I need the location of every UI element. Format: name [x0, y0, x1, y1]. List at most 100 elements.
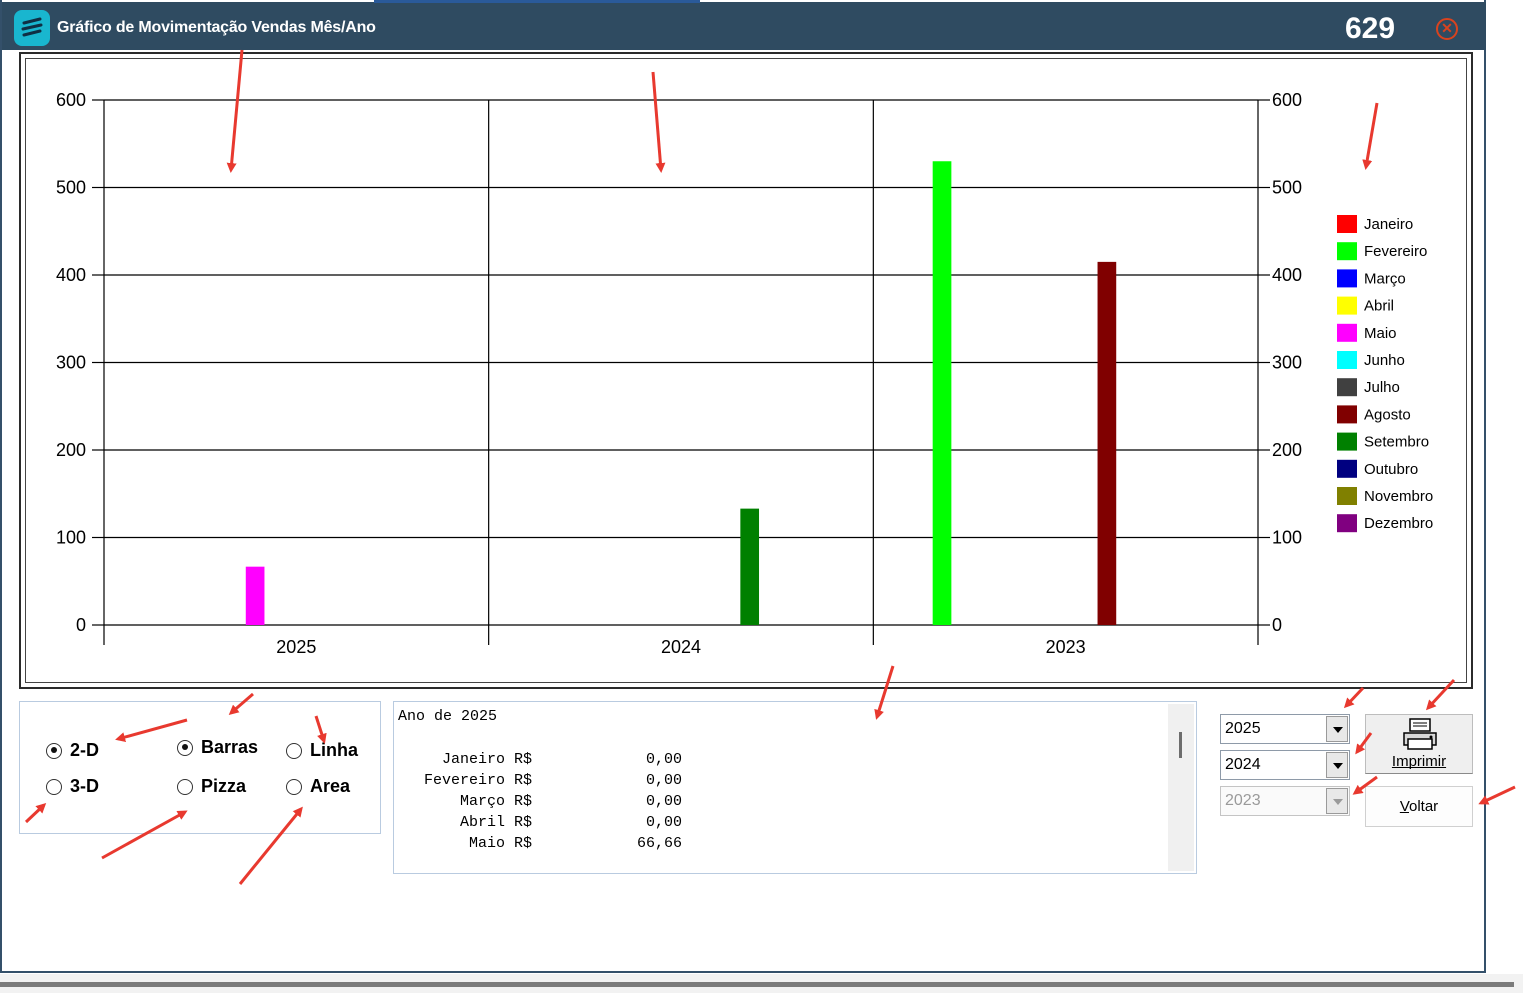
- background-strip: [1486, 0, 1523, 974]
- memo-row-label: Janeiro R$: [441, 751, 532, 768]
- legend-label: Maio: [1364, 325, 1397, 342]
- bar: [245, 566, 265, 625]
- legend-label: Setembro: [1364, 434, 1429, 451]
- legend-swatch: [1337, 432, 1357, 451]
- year-select-1-value: 2025: [1225, 720, 1261, 737]
- y-tick-label-right: 0: [1272, 615, 1282, 635]
- y-tick-label-right: 100: [1272, 528, 1302, 548]
- y-tick-label-right: 200: [1272, 440, 1302, 460]
- radio-pizza-label: Pizza: [201, 776, 247, 796]
- close-icon[interactable]: ✕: [1436, 18, 1458, 40]
- legend-label: Janeiro: [1364, 216, 1413, 233]
- legend-label: Abril: [1364, 298, 1394, 315]
- chart-options-panel: 2-D 3-D Barras Pizza Linha Area: [19, 701, 381, 834]
- memo-row-label: Fevereiro R$: [423, 772, 532, 789]
- y-tick-label-left: 100: [56, 528, 86, 548]
- bar: [740, 508, 760, 625]
- memo-scroll-thumb[interactable]: [1179, 732, 1182, 758]
- form-number: 629: [1345, 12, 1396, 45]
- memo-title: Ano de 2025: [398, 708, 498, 725]
- voltar-accel-key: V: [1399, 798, 1409, 815]
- memo-row-label: Maio R$: [468, 835, 532, 852]
- active-tab-strip: [374, 0, 700, 3]
- legend-label: Julho: [1364, 379, 1400, 396]
- bar: [1097, 261, 1117, 625]
- radio-2d-label: 2-D: [70, 740, 100, 760]
- y-tick-label-right: 500: [1272, 178, 1302, 198]
- chevron-down-icon[interactable]: [1326, 716, 1348, 742]
- title-bar: Gráfico de Movimentação Vendas Mês/Ano 6…: [2, 2, 1486, 50]
- radio-3d-label: 3-D: [70, 776, 100, 796]
- legend-label: Março: [1364, 270, 1406, 287]
- radio-barras[interactable]: Barras: [177, 737, 258, 758]
- memo-row-value: 66,66: [636, 835, 682, 852]
- legend-label: Dezembro: [1364, 515, 1433, 532]
- year-select-3: 2023: [1220, 786, 1350, 816]
- print-button[interactable]: Imprimir: [1365, 714, 1473, 774]
- legend-swatch: [1337, 215, 1357, 233]
- year-select-2-value: 2024: [1225, 756, 1261, 773]
- x-tick-label: 2024: [661, 637, 701, 657]
- radio-pizza-indicator: [177, 778, 193, 795]
- y-tick-label-right: 400: [1272, 265, 1302, 285]
- radio-barras-indicator: [177, 739, 193, 756]
- legend-swatch: [1337, 323, 1357, 342]
- memo-scrollbar[interactable]: [1168, 704, 1194, 871]
- app-logo-icon: [14, 10, 50, 46]
- radio-3d[interactable]: 3-D: [46, 776, 99, 797]
- radio-linha[interactable]: Linha: [286, 740, 358, 761]
- legend-label: Novembro: [1364, 488, 1433, 505]
- memo-row-label: Abril R$: [459, 814, 532, 831]
- radio-2d-indicator: [46, 742, 62, 759]
- y-tick-label-left: 0: [76, 615, 86, 635]
- year-select-3-value: 2023: [1225, 792, 1261, 809]
- legend-swatch: [1337, 514, 1357, 533]
- bar: [932, 161, 952, 625]
- memo-row-value: 0,00: [645, 751, 682, 768]
- voltar-button[interactable]: Voltar: [1365, 786, 1473, 827]
- y-tick-label-right: 600: [1272, 90, 1302, 110]
- radio-linha-label: Linha: [310, 740, 358, 760]
- year-select-1[interactable]: 2025: [1220, 714, 1350, 744]
- radio-2d[interactable]: 2-D: [46, 740, 99, 761]
- legend-swatch: [1337, 378, 1357, 397]
- radio-linha-indicator: [286, 742, 302, 759]
- legend-swatch: [1337, 405, 1357, 424]
- memo-row-value: 0,00: [645, 772, 682, 789]
- memo-row-value: 0,00: [645, 814, 682, 831]
- x-tick-label: 2023: [1046, 637, 1086, 657]
- radio-area-label: Area: [310, 776, 351, 796]
- legend-swatch: [1337, 459, 1357, 478]
- radio-pizza[interactable]: Pizza: [177, 776, 246, 797]
- x-tick-label: 2025: [276, 637, 316, 657]
- window-title: Gráfico de Movimentação Vendas Mês/Ano: [57, 19, 376, 36]
- y-tick-label-left: 600: [56, 90, 86, 110]
- legend-swatch: [1337, 269, 1357, 288]
- chart-panel: 0 0 100 100 200 200 300 300 400 400 500 500 600 600 20…: [19, 52, 1473, 689]
- legend-swatch: [1337, 487, 1357, 505]
- y-tick-label-left: 400: [56, 265, 86, 285]
- legend-swatch: [1337, 296, 1357, 315]
- y-tick-label-left: 300: [56, 353, 86, 373]
- memo-row-value: 0,00: [645, 793, 682, 810]
- legend-label: Agosto: [1364, 406, 1411, 423]
- y-tick-label-left: 500: [56, 178, 86, 198]
- year-select-2[interactable]: 2024: [1220, 750, 1350, 780]
- legend-label: Junho: [1364, 352, 1405, 369]
- radio-area[interactable]: Area: [286, 776, 350, 797]
- print-button-label: Imprimir: [1391, 753, 1447, 770]
- radio-3d-indicator: [46, 778, 62, 795]
- legend-swatch: [1337, 242, 1357, 261]
- legend-label: Outubro: [1364, 461, 1418, 478]
- legend-label: Fevereiro: [1364, 243, 1427, 260]
- chevron-down-icon[interactable]: [1326, 752, 1348, 778]
- memo-row-label: Março R$: [459, 793, 532, 810]
- bar-chart: 0 0 100 100 200 200 300 300 400 400 500 500 600 600 20…: [56, 90, 1433, 657]
- chevron-down-icon: [1326, 788, 1348, 814]
- horizontal-scrollbar[interactable]: [0, 982, 1514, 987]
- summary-memo[interactable]: Ano de 2025 Janeiro R$ 0,00 Fevereiro R$…: [393, 701, 1197, 874]
- printer-icon: [1403, 718, 1437, 750]
- y-tick-label-right: 300: [1272, 353, 1302, 373]
- radio-area-indicator: [286, 778, 302, 795]
- radio-barras-label: Barras: [201, 737, 259, 757]
